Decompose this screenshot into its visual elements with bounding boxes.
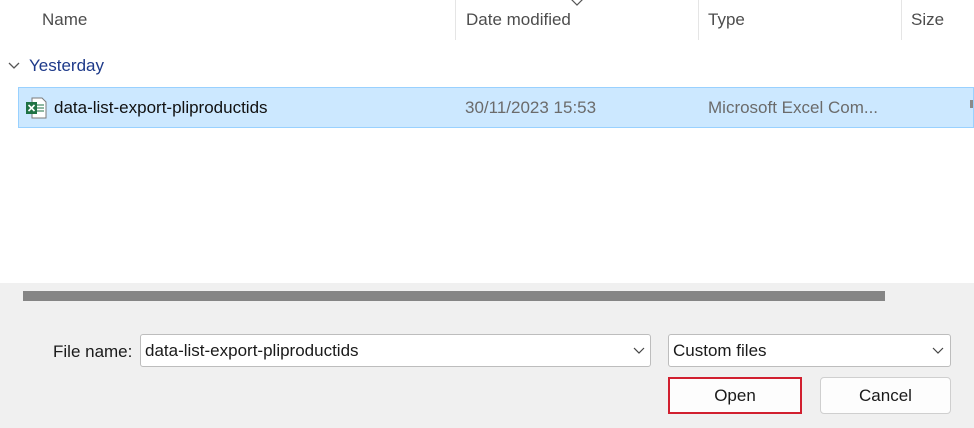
horizontal-scrollbar-thumb[interactable] <box>23 291 885 301</box>
column-header-type[interactable]: Type <box>708 0 745 40</box>
file-date-modified: 30/11/2023 15:53 <box>465 98 597 117</box>
column-header-size[interactable]: Size <box>911 0 944 40</box>
file-name: data-list-export-pliproductids <box>54 98 268 117</box>
file-name-label: File name: <box>53 342 133 361</box>
file-name-input[interactable]: data-list-export-pliproductids <box>145 335 359 366</box>
excel-file-icon <box>26 97 47 119</box>
column-header-name[interactable]: Name <box>42 0 87 40</box>
column-divider[interactable] <box>901 0 902 40</box>
file-name-combobox[interactable]: data-list-export-pliproductids <box>140 334 651 367</box>
column-divider[interactable] <box>455 0 456 40</box>
cancel-button[interactable]: Cancel <box>820 377 951 414</box>
sort-descending-icon <box>571 0 583 6</box>
dialog-footer: File name: data-list-export-pliproductid… <box>0 283 974 428</box>
size-cell-truncated <box>970 100 973 108</box>
chevron-down-icon[interactable] <box>632 346 646 356</box>
column-divider[interactable] <box>698 0 699 40</box>
column-header-date-modified[interactable]: Date modified <box>466 0 571 40</box>
file-type: Microsoft Excel Com... <box>708 98 879 117</box>
open-button[interactable]: Open <box>668 377 802 414</box>
file-type-filter-dropdown[interactable]: Custom files <box>668 334 951 367</box>
file-row-selected[interactable]: data-list-export-pliproductids 30/11/202… <box>18 87 974 128</box>
chevron-down-icon[interactable] <box>7 59 21 73</box>
group-header-yesterday[interactable]: Yesterday <box>0 52 974 82</box>
column-header-bar: Name Date modified Type Size <box>0 0 974 40</box>
chevron-down-icon[interactable] <box>931 346 945 356</box>
file-type-filter-value: Custom files <box>673 341 767 360</box>
group-label: Yesterday <box>29 56 104 75</box>
